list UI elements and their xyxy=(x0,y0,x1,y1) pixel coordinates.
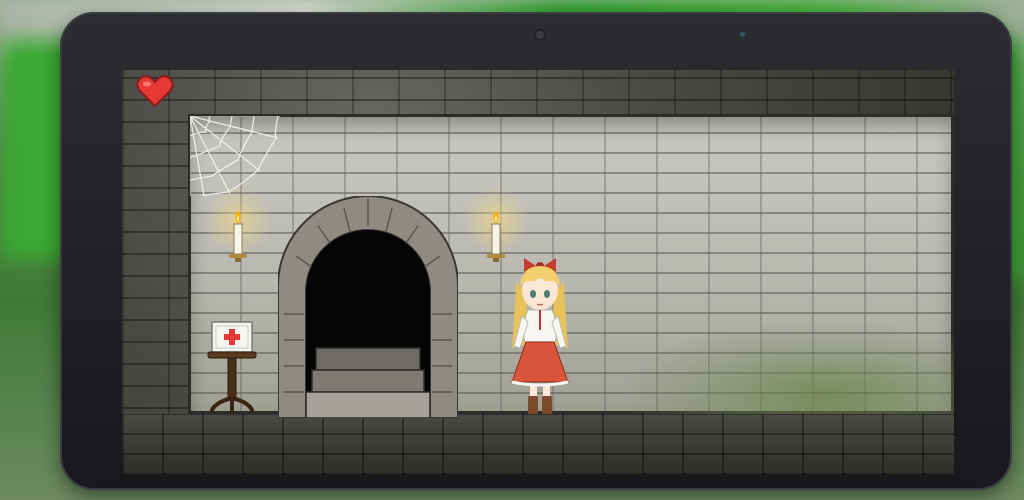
tablet-device xyxy=(60,12,1012,490)
girl-character[interactable] xyxy=(506,252,574,416)
cobweb-icon xyxy=(190,116,280,196)
heart-icon[interactable] xyxy=(136,74,174,108)
game-screen[interactable] xyxy=(122,70,954,475)
wall-moss xyxy=(628,324,954,414)
candle-icon xyxy=(229,210,247,262)
front-camera xyxy=(534,29,546,41)
stone-floor xyxy=(122,414,954,475)
first-aid-kit[interactable] xyxy=(206,318,262,414)
candle-icon xyxy=(487,210,505,262)
stone-archway-door[interactable] xyxy=(278,196,458,418)
light-sensor xyxy=(740,32,745,37)
